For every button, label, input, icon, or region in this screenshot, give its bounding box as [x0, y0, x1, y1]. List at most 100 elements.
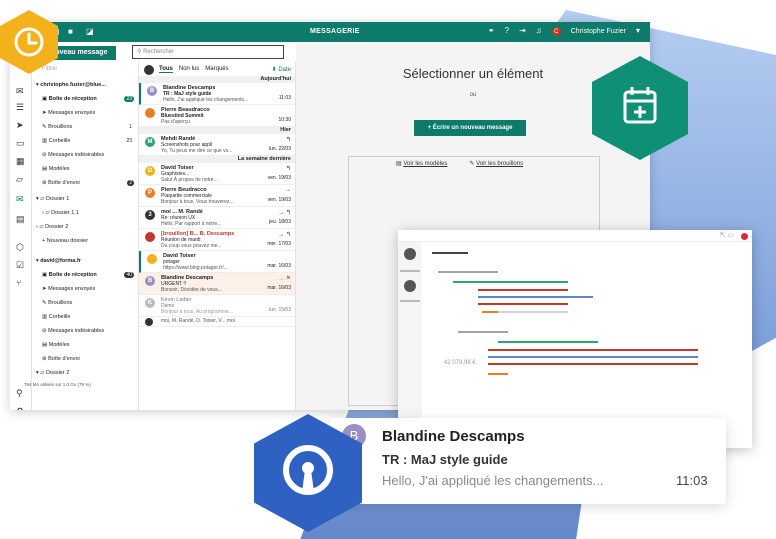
avatar: [145, 232, 155, 242]
avatar: [145, 108, 155, 118]
folder-outbox-1[interactable]: ⊛ Boîte d'envoi 2: [42, 180, 138, 186]
avatar: M: [145, 137, 155, 147]
avatar: P: [145, 188, 155, 198]
message-time: lun. 15/03: [269, 307, 291, 313]
tab-marked[interactable]: Marqués: [205, 66, 228, 72]
search-icon[interactable]: ⚲: [16, 388, 23, 399]
separator-last-week: La semaine dernière: [139, 156, 295, 163]
reply-icon[interactable]: ↰: [286, 165, 291, 172]
reply-icon[interactable]: ↰: [286, 136, 291, 143]
quota-text: 794 Mo utilisés sur 1.0 Go (79 %): [24, 382, 91, 387]
list-item[interactable]: B Blandine Descamps URGENT !! Bonsoir, D…: [139, 273, 295, 295]
list-item[interactable]: D David Toiser Graphistes... Salut À pro…: [139, 163, 295, 185]
count-badge: 2: [127, 180, 134, 186]
folder-icon[interactable]: ▱: [16, 174, 23, 185]
video-icon[interactable]: ▭: [16, 138, 25, 149]
message-time: ven. 19/03: [267, 175, 291, 181]
cube-icon[interactable]: ⬡: [16, 242, 24, 253]
list-item[interactable]: David Toiser potager https://www.blog-po…: [139, 251, 295, 273]
folder-templates-1[interactable]: ▤ Modèles: [42, 166, 70, 172]
search-input[interactable]: ⚲ Rechercher: [132, 45, 284, 59]
list-item[interactable]: P Pierre Beudracco Plaquette commerciale…: [139, 185, 295, 207]
notification-card[interactable]: B Blandine Descamps TR : MaJ style guide…: [330, 418, 726, 504]
folder-outbox-2[interactable]: ⊛ Boîte d'envoi: [42, 356, 80, 362]
list-item[interactable]: 3 moi ... M. Randé Re: réunion UX Hello,…: [139, 207, 295, 229]
tab-all[interactable]: Tous: [159, 66, 173, 73]
account-1[interactable]: ▾ christophe.fuzier@blue...: [36, 82, 106, 88]
avatar[interactable]: C: [551, 26, 561, 36]
folder-inbox-1[interactable]: ▣ Boîte de réception 23: [42, 96, 138, 102]
preview-diagram: [400, 248, 698, 375]
app-title: MESSAGERIE: [310, 28, 360, 35]
list-item[interactable]: Pierre Beaudracco Bluestind Summit Pas d…: [139, 105, 295, 127]
chat-icon[interactable]: ☰: [16, 102, 24, 113]
inbox-icon[interactable]: ✉: [16, 194, 24, 205]
folder-trash-2[interactable]: ▥ Corbeille: [42, 314, 70, 320]
avatar: B: [147, 86, 157, 96]
list-item[interactable]: M Mehdi Randé Screenshots pour appli Yo,…: [139, 134, 295, 156]
forward-icon[interactable]: → ↰: [278, 209, 291, 216]
folder-drafts-1[interactable]: ✎ Brouillons 1: [42, 124, 138, 130]
folder-label: Dossier 1.1: [51, 210, 79, 216]
folder-label: Messages envoyés: [48, 286, 96, 292]
write-message-button[interactable]: + Écrire un nouveau message: [414, 120, 526, 136]
folder-dossier-2[interactable]: › ▱ Dossier 2: [36, 224, 68, 230]
folder-drafts-2[interactable]: ✎ Brouillons: [42, 300, 72, 306]
gear-icon[interactable]: ⚙: [16, 406, 24, 410]
notification-time: 11:03: [676, 473, 708, 488]
folder-sent-2[interactable]: ➤ Messages envoyés: [42, 286, 95, 292]
list-tabs: Tous Non lus Marqués ⬍ Date: [139, 62, 295, 76]
folder-templates-2[interactable]: ▤ Modèles: [42, 342, 70, 348]
amount-text: 42 079,98 €: [444, 360, 476, 366]
unread-badge: 23: [124, 96, 134, 102]
notification-from: Blandine Descamps: [382, 428, 525, 445]
folder-label: Boîte d'envoi: [48, 180, 80, 186]
flag-icon[interactable]: → ⚑: [278, 275, 291, 282]
account-2[interactable]: ▾ david@forma.fr: [36, 258, 81, 264]
user-name[interactable]: Christophe Fuzier: [571, 28, 626, 35]
folder-label: Corbeille: [48, 314, 71, 320]
folder-tree: Filtrer ▾ christophe.fuzier@blue... ▣ Bo…: [24, 62, 138, 410]
branch-icon[interactable]: ⑂: [16, 278, 21, 288]
calendar-icon[interactable]: ▦: [16, 156, 25, 167]
drafts-link[interactable]: ✎ Voir les brouillons: [469, 160, 523, 167]
forward-icon[interactable]: →: [285, 187, 291, 193]
pane-links: ▤ Voir les modèles ✎ Voir les brouillons: [396, 160, 523, 167]
templates-link[interactable]: ▤ Voir les modèles: [396, 160, 447, 167]
folder-dossier-1[interactable]: ▾ ▱ Dossier 1: [36, 196, 69, 202]
app-rail: ✉ ☰ ➤ ▭ ▦ ▱ ✉ ▤ ⬡ ☑ ⑂ ⚲ ⚙: [10, 42, 32, 410]
forward-icon[interactable]: → ↰: [278, 231, 291, 238]
list-item[interactable]: K Kévin Ladier Démo Bonjour à tous, Au p…: [139, 295, 295, 317]
folder-sent-1[interactable]: ➤ Messages envoyés: [42, 110, 95, 116]
notes-icon[interactable]: ▤: [16, 214, 25, 225]
grid-icon[interactable]: ■: [68, 27, 73, 37]
help-icon[interactable]: ?: [505, 26, 509, 36]
chevron-down-icon[interactable]: ▾: [636, 26, 640, 36]
send-icon[interactable]: ➤: [16, 120, 24, 131]
notification-subject: TR : MaJ style guide: [382, 452, 508, 467]
sort-date-button[interactable]: ⬍ Date: [272, 66, 295, 73]
folder-spam-1[interactable]: ⊘ Messages indésirables: [42, 152, 104, 158]
link-icon[interactable]: ⚭: [488, 26, 495, 36]
notification-preview: Hello, J'ai appliqué les changements...: [382, 473, 604, 488]
message-time: mer. 17/03: [267, 241, 291, 247]
avatar: B: [145, 276, 155, 286]
folder-label: Corbeille: [48, 138, 71, 144]
list-item[interactable]: B Blandine Descamps TR : MaJ style guide…: [139, 83, 295, 105]
bell-icon[interactable]: ♫: [536, 26, 542, 36]
filter-input[interactable]: Filtrer: [42, 66, 57, 72]
folder-inbox-2[interactable]: ▣ Boîte de réception 40: [42, 272, 138, 278]
folder-dossier-1-1[interactable]: › ▱ Dossier 1.1: [42, 210, 79, 216]
check-icon[interactable]: ☑: [16, 260, 24, 271]
folder-dossier-2b[interactable]: ▾ ▱ Dossier 2: [36, 370, 69, 376]
share-icon[interactable]: ⇥: [519, 26, 526, 36]
list-item[interactable]: moi, M. Randé, D. Toiser, V... moi: [139, 317, 295, 327]
contacts-icon[interactable]: ◪: [86, 27, 94, 37]
folder-spam-2[interactable]: ⊘ Messages indésirables: [42, 328, 104, 334]
folder-label: Messages indésirables: [48, 328, 105, 334]
folder-trash-1[interactable]: ▥ Corbeille 23: [42, 138, 138, 144]
mail-icon[interactable]: ✉: [16, 86, 24, 97]
new-folder-button[interactable]: + Nouveau dossier: [42, 238, 88, 244]
tab-unread[interactable]: Non lus: [179, 66, 199, 72]
list-item[interactable]: [brouillon] B... B. Descamps Réunion de …: [139, 229, 295, 251]
